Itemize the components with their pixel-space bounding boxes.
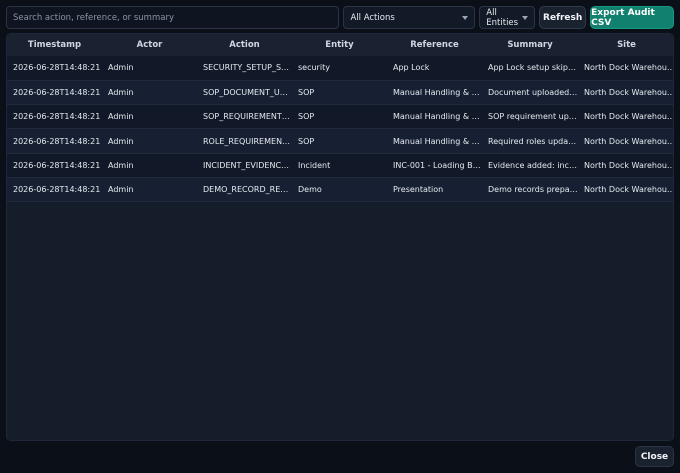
cell-action: SOP_REQUIREMENT_L... bbox=[203, 112, 292, 122]
cell-action: SOP_DOCUMENT_UPL... bbox=[203, 87, 292, 97]
refresh-button[interactable]: Refresh bbox=[539, 6, 587, 29]
cell-actor: Admin bbox=[108, 63, 134, 73]
actions-filter-select[interactable]: All Actions bbox=[343, 6, 476, 29]
table-row[interactable]: 2026-06-28T14:48:21 Admin INCIDENT_EVIDE… bbox=[7, 153, 674, 178]
cell-summary: Demo records prepar... bbox=[488, 185, 578, 195]
cell-reference: Manual Handling & Lif... bbox=[393, 87, 482, 97]
table-row[interactable]: 2026-06-28T14:48:21 Admin SECURITY_SETUP… bbox=[7, 56, 674, 81]
cell-site: North Dock Warehouse bbox=[584, 112, 674, 122]
cell-timestamp: 2026-06-28T14:48:21 bbox=[13, 63, 101, 73]
cell-timestamp: 2026-06-28T14:48:21 bbox=[13, 160, 101, 170]
close-button[interactable]: Close bbox=[635, 446, 674, 467]
cell-reference: Presentation bbox=[393, 185, 444, 195]
cell-timestamp: 2026-06-28T14:48:21 bbox=[13, 112, 101, 122]
column-header-summary[interactable]: Summary bbox=[482, 34, 578, 56]
cell-reference: INC-001 - Loading Ba... bbox=[393, 160, 482, 170]
cell-action: ROLE_REQUIREMENT... bbox=[203, 136, 292, 146]
table-row[interactable]: 2026-06-28T14:48:21 Admin SOP_REQUIREMEN… bbox=[7, 104, 674, 129]
cell-actor: Admin bbox=[108, 112, 134, 122]
table-header-row: Timestamp Actor Action Entity Reference … bbox=[7, 34, 673, 56]
cell-summary: Document uploaded: ... bbox=[488, 87, 578, 97]
cell-action: INCIDENT_EVIDENCE_... bbox=[203, 160, 292, 170]
cell-timestamp: 2026-06-28T14:48:21 bbox=[13, 136, 101, 146]
cell-site: North Dock Warehouse bbox=[584, 87, 674, 97]
cell-entity: SOP bbox=[298, 87, 315, 97]
export-audit-csv-button[interactable]: Export Audit CSV bbox=[590, 6, 674, 29]
cell-timestamp: 2026-06-28T14:48:21 bbox=[13, 87, 101, 97]
chevron-down-icon bbox=[522, 15, 529, 20]
cell-entity: SOP bbox=[298, 136, 315, 146]
cell-entity: security bbox=[298, 63, 330, 73]
column-header-site[interactable]: Site bbox=[578, 34, 673, 56]
column-header-actor[interactable]: Actor bbox=[102, 34, 197, 56]
cell-site: North Dock Warehouse bbox=[584, 160, 674, 170]
cell-summary: Required roles updat... bbox=[488, 136, 578, 146]
column-header-entity[interactable]: Entity bbox=[292, 34, 387, 56]
table-row[interactable]: 2026-06-28T14:48:21 Admin SOP_DOCUMENT_U… bbox=[7, 80, 674, 105]
actions-filter-value: All Actions bbox=[350, 12, 395, 23]
search-input[interactable] bbox=[6, 6, 340, 29]
cell-site: North Dock Warehouse bbox=[584, 63, 674, 73]
audit-log-panel: Timestamp Actor Action Entity Reference … bbox=[6, 33, 674, 441]
table-row[interactable]: 2026-06-28T14:48:21 Admin ROLE_REQUIREME… bbox=[7, 128, 674, 154]
cell-actor: Admin bbox=[108, 87, 134, 97]
cell-site: North Dock Warehouse bbox=[584, 185, 674, 195]
cell-entity: Demo bbox=[298, 185, 322, 195]
column-header-action[interactable]: Action bbox=[197, 34, 292, 56]
toolbar: All Actions All Entities Refresh Export … bbox=[6, 6, 674, 29]
cell-summary: SOP requirement upd... bbox=[488, 112, 578, 122]
cell-summary: App Lock setup skipp... bbox=[488, 63, 578, 73]
cell-actor: Admin bbox=[108, 136, 134, 146]
column-header-timestamp[interactable]: Timestamp bbox=[7, 34, 102, 56]
entities-filter-select[interactable]: All Entities bbox=[479, 6, 536, 29]
cell-summary: Evidence added: incid... bbox=[488, 160, 578, 170]
audit-log-table: Timestamp Actor Action Entity Reference … bbox=[7, 34, 674, 202]
cell-actor: Admin bbox=[108, 185, 134, 195]
cell-reference: Manual Handling & Lif... bbox=[393, 136, 482, 146]
cell-action: SECURITY_SETUP_SKIP... bbox=[203, 63, 292, 73]
cell-actor: Admin bbox=[108, 160, 134, 170]
table-row[interactable]: 2026-06-28T14:48:21 Admin DEMO_RECORD_RE… bbox=[7, 177, 674, 202]
entities-filter-value: All Entities bbox=[486, 7, 519, 28]
cell-reference: App Lock bbox=[393, 63, 430, 73]
cell-entity: SOP bbox=[298, 112, 315, 122]
cell-site: North Dock Warehouse bbox=[584, 136, 674, 146]
cell-entity: Incident bbox=[298, 160, 331, 170]
cell-timestamp: 2026-06-28T14:48:21 bbox=[13, 185, 101, 195]
cell-action: DEMO_RECORD_READY bbox=[203, 185, 292, 195]
chevron-down-icon bbox=[462, 15, 469, 20]
column-header-reference[interactable]: Reference bbox=[387, 34, 482, 56]
cell-reference: Manual Handling & Lif... bbox=[393, 112, 482, 122]
